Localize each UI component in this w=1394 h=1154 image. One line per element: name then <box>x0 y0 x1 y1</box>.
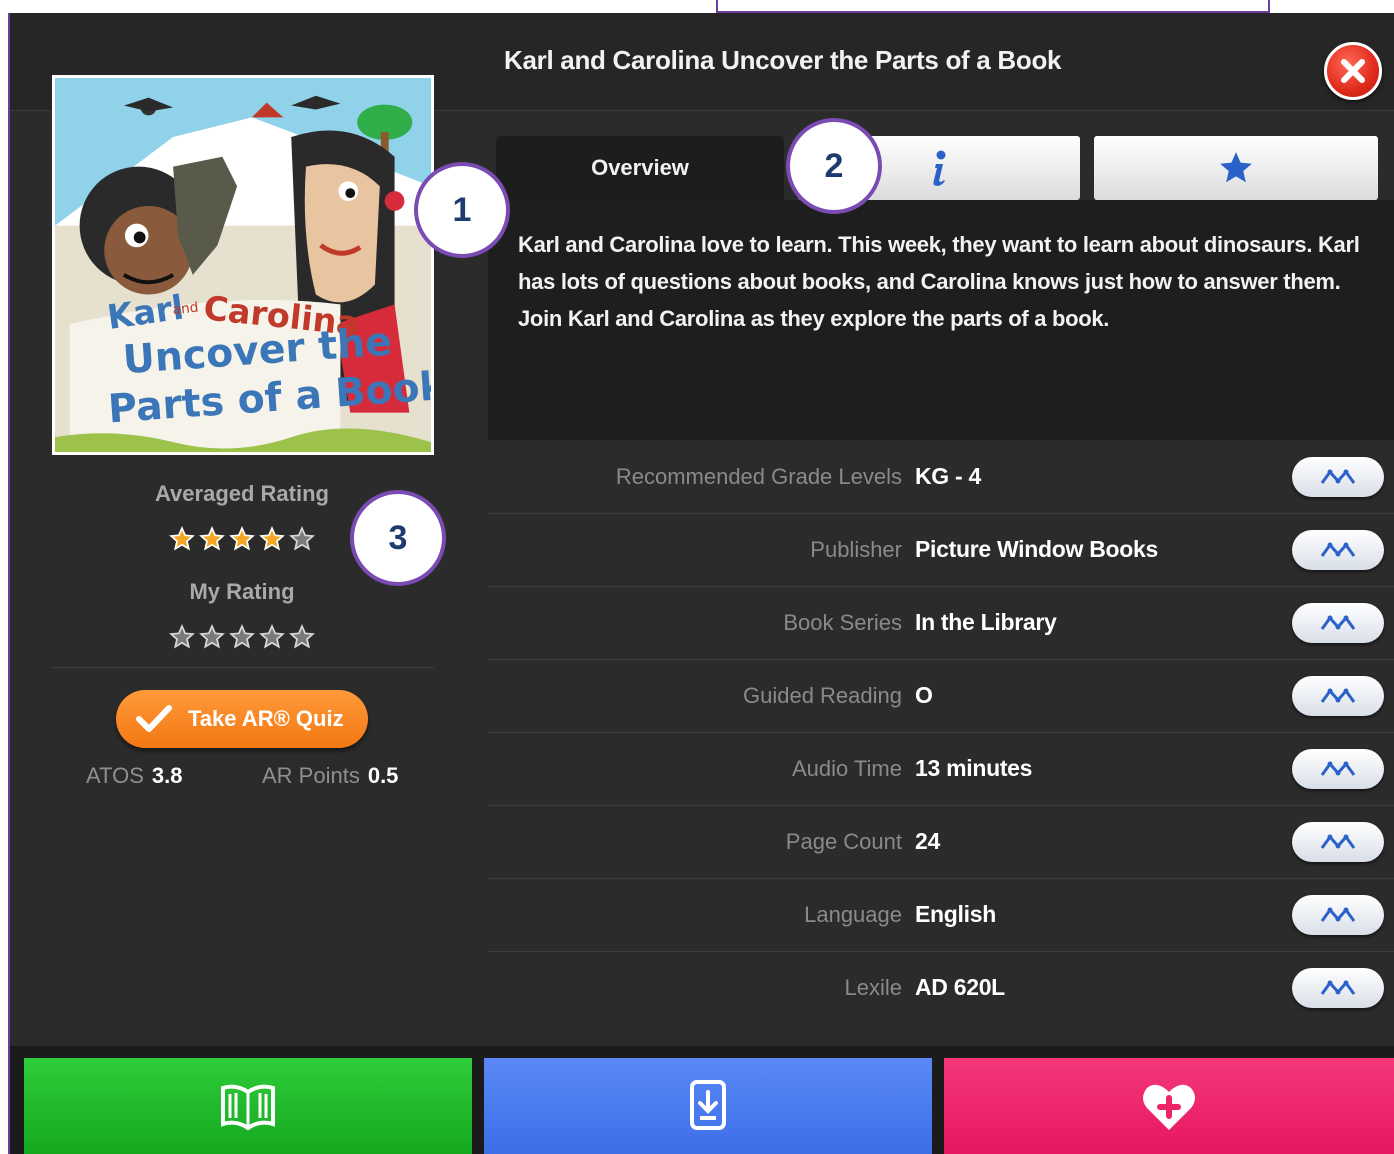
averaged-rating-star-icon-2 <box>199 526 225 551</box>
detail-label: Recommended Grade Levels <box>615 464 902 489</box>
detail-row: Guided Reading O <box>488 660 1394 733</box>
detail-row: Language English <box>488 879 1394 952</box>
find-similar-button[interactable] <box>1292 603 1384 643</box>
detail-label: Language <box>804 902 902 927</box>
atos-label: ATOS <box>86 763 144 788</box>
similar-books-icon <box>1320 907 1356 922</box>
averaged-rating-star-icon-3 <box>229 526 255 551</box>
book-details-dialog: Karl and Carolina Uncover the Parts of a… <box>8 13 1394 1154</box>
my-rating-star-icon-3[interactable] <box>229 624 255 650</box>
dialog-title: Karl and Carolina Uncover the Parts of a… <box>504 45 1062 75</box>
detail-value: O <box>915 682 933 708</box>
my-rating-star-icon-2[interactable] <box>199 624 225 650</box>
detail-label: Audio Time <box>791 756 902 781</box>
close-button[interactable] <box>1324 42 1382 100</box>
find-similar-button[interactable] <box>1292 749 1384 789</box>
top-outline <box>716 0 1270 13</box>
find-similar-button[interactable] <box>1292 895 1384 935</box>
book-cover: Karl and Carolina Uncover the Parts of a… <box>52 75 434 455</box>
my-rating-label: My Rating <box>189 579 295 604</box>
averaged-rating-star-icon-4 <box>259 526 285 551</box>
checkmark-icon <box>136 705 172 732</box>
find-similar-button[interactable] <box>1292 968 1384 1008</box>
atos-level: ATOS 3.8 <box>86 763 182 789</box>
detail-label: Page Count <box>785 829 902 854</box>
detail-row: Publisher Picture Window Books <box>488 514 1394 587</box>
atos-value: 3.8 <box>151 763 183 788</box>
detail-value: English <box>915 901 996 927</box>
take-ar-quiz-button[interactable]: Take AR® Quiz <box>116 690 368 748</box>
detail-label: Lexile <box>844 975 902 1000</box>
callout-1: 1 <box>414 162 510 258</box>
download-button[interactable] <box>484 1058 932 1154</box>
info-icon <box>933 150 946 186</box>
similar-books-icon <box>1320 761 1356 776</box>
similar-books-icon <box>1320 834 1356 849</box>
callout-2: 2 <box>786 118 882 214</box>
ar-points: AR Points 0.5 <box>262 763 398 789</box>
detail-value: KG - 4 <box>915 463 981 489</box>
detail-label: Book Series <box>783 610 902 635</box>
similar-books-icon <box>1320 615 1356 630</box>
read-button[interactable] <box>24 1058 472 1154</box>
detail-row: Book Series In the Library <box>488 587 1394 660</box>
add-favorite-button[interactable] <box>944 1058 1394 1154</box>
detail-value: 24 <box>915 828 940 854</box>
my-rating-star-icon-5[interactable] <box>289 624 315 650</box>
action-bar <box>10 1046 1394 1154</box>
details-list: Recommended Grade Levels KG - 4 Publisher P… <box>488 441 1394 1025</box>
detail-value: Picture Window Books <box>915 536 1158 562</box>
similar-books-icon <box>1320 980 1356 995</box>
heart-plus-icon <box>1143 1084 1195 1130</box>
my-rating-star-icon-4[interactable] <box>259 624 285 650</box>
similar-books-icon <box>1320 542 1356 557</box>
detail-row: Recommended Grade Levels KG - 4 <box>488 441 1394 514</box>
detail-value: AD 620L <box>915 974 1005 1000</box>
book-description: Karl and Carolina love to learn. This we… <box>518 232 1360 331</box>
detail-row: Audio Time 13 minutes <box>488 733 1394 806</box>
open-book-icon <box>221 1084 275 1131</box>
tab-overview[interactable]: Overview <box>496 136 784 200</box>
averaged-rating-star-icon-5 <box>289 526 315 551</box>
detail-label: Guided Reading <box>742 683 902 708</box>
overview-panel: Karl and Carolina love to learn. This we… <box>488 200 1394 440</box>
my-rating-stars[interactable] <box>52 624 432 650</box>
detail-value: 13 minutes <box>915 755 1033 781</box>
similar-books-icon <box>1320 688 1356 703</box>
find-similar-button[interactable] <box>1292 822 1384 862</box>
detail-label: Publisher <box>810 537 902 562</box>
averaged-rating-star-icon-1 <box>169 526 195 551</box>
tab-overview-label: Overview <box>591 155 689 180</box>
star-icon <box>1220 152 1252 183</box>
book-cover-illustration: Karl and Carolina Uncover the Parts of a… <box>55 78 431 452</box>
svg-text:and: and <box>172 300 199 319</box>
detail-value: In the Library <box>915 609 1057 635</box>
find-similar-button[interactable] <box>1292 530 1384 570</box>
close-icon <box>1341 59 1365 83</box>
similar-books-icon <box>1320 469 1356 484</box>
callout-3: 3 <box>350 490 446 586</box>
ar-points-label: AR Points <box>262 763 360 788</box>
find-similar-button[interactable] <box>1292 457 1384 497</box>
detail-row: Page Count 24 <box>488 806 1394 879</box>
divider <box>52 667 434 668</box>
find-similar-button[interactable] <box>1292 676 1384 716</box>
my-rating-star-icon-1[interactable] <box>169 624 195 650</box>
tab-ratings[interactable] <box>1094 136 1378 200</box>
detail-row: Lexile AD 620L <box>488 952 1394 1025</box>
take-ar-quiz-label: Take AR® Quiz <box>188 706 344 731</box>
download-icon <box>690 1080 726 1130</box>
ar-points-value: 0.5 <box>367 763 399 788</box>
